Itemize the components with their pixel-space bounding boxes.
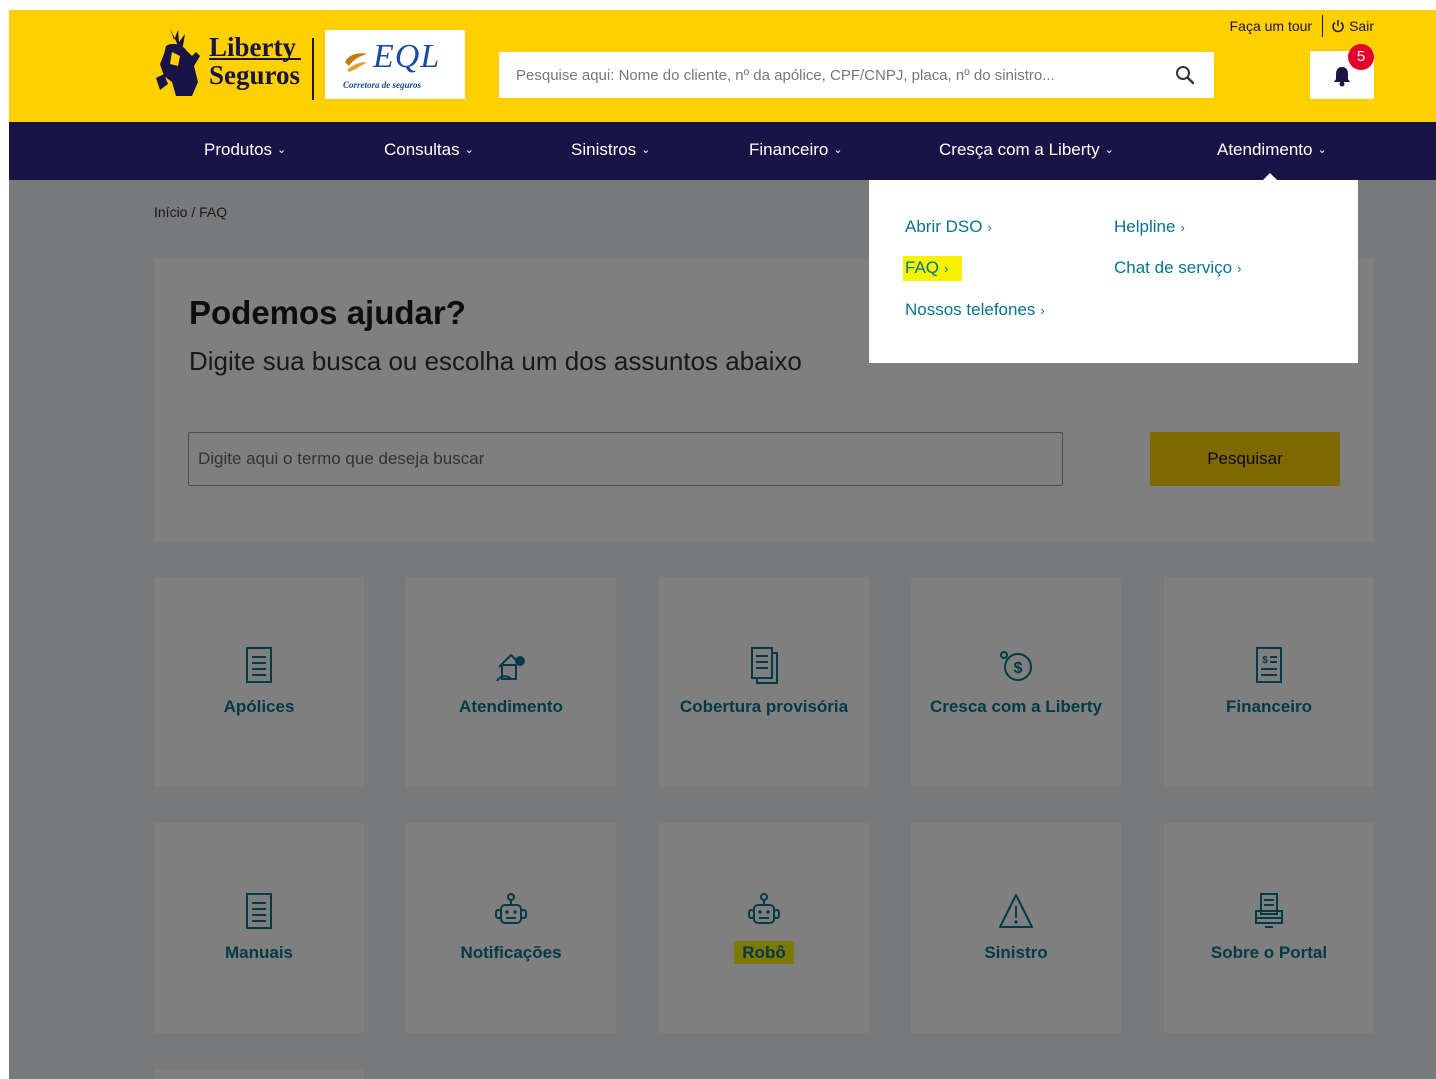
logout-link[interactable]: Sair [1331, 18, 1374, 34]
chevron-down-icon: ⌄ [1317, 144, 1327, 156]
nav-item-cresca[interactable]: Cresça com a Liberty ⌄ [939, 122, 1114, 180]
dropdown-link-faq[interactable]: FAQ › [903, 256, 963, 281]
power-icon [1332, 20, 1344, 33]
logo-divider [312, 38, 314, 100]
global-search-input[interactable] [499, 52, 1159, 98]
top-links-divider [1322, 15, 1324, 37]
chevron-right-icon: › [987, 220, 992, 235]
nav-item-sinistros[interactable]: Sinistros ⌄ [571, 122, 650, 180]
chevron-down-icon: ⌄ [277, 144, 287, 156]
tour-link[interactable]: Faça um tour [1230, 18, 1322, 34]
partner-logo: EQL Corretora de seguros [325, 30, 465, 99]
dropdown-link-helpline[interactable]: Helpline › [1114, 217, 1185, 237]
chevron-down-icon: ⌄ [1104, 144, 1114, 156]
global-search [499, 52, 1214, 98]
top-links: Faça um tour Sair [1230, 15, 1374, 37]
search-icon[interactable] [1174, 64, 1196, 86]
main-nav: Produtos ⌄ Consultas ⌄ Sinistros ⌄ Financei… [9, 122, 1436, 180]
dropdown-link-chat[interactable]: Chat de serviço › [1114, 258, 1241, 278]
chevron-down-icon: ⌄ [464, 144, 474, 156]
nav-item-produtos[interactable]: Produtos ⌄ [204, 122, 286, 180]
partner-name: EQL [373, 38, 441, 75]
chevron-right-icon: › [1180, 220, 1185, 235]
atendimento-dropdown: Abrir DSO › FAQ › Nossos telefones › Helpli… [869, 173, 1358, 363]
chevron-right-icon: › [944, 261, 949, 276]
statue-of-liberty-icon [156, 28, 200, 96]
brand-line2: Seguros [209, 60, 301, 90]
chevron-down-icon: ⌄ [641, 144, 651, 156]
notifications-badge: 5 [1348, 44, 1374, 70]
partner-tagline: Corretora de seguros [343, 80, 422, 90]
nav-item-atendimento[interactable]: Atendimento ⌄ [1217, 122, 1327, 180]
partner-swoosh-icon [345, 53, 367, 72]
top-header: Liberty Seguros EQL Corretora de seguros… [9, 10, 1436, 122]
liberty-logo[interactable]: Liberty Seguros [152, 26, 304, 104]
logout-label: Sair [1349, 18, 1374, 34]
app-frame: Liberty Seguros EQL Corretora de seguros… [9, 10, 1436, 1079]
chevron-right-icon: › [1040, 303, 1045, 318]
dropdown-link-abrir-dso[interactable]: Abrir DSO › [905, 217, 992, 237]
bell-icon [1334, 67, 1350, 87]
dropdown-link-telefones[interactable]: Nossos telefones › [905, 300, 1045, 320]
nav-item-consultas[interactable]: Consultas ⌄ [384, 122, 474, 180]
dropdown-caret [1263, 173, 1277, 180]
chevron-right-icon: › [1237, 261, 1242, 276]
chevron-down-icon: ⌄ [833, 144, 843, 156]
nav-item-financeiro[interactable]: Financeiro ⌄ [749, 122, 843, 180]
